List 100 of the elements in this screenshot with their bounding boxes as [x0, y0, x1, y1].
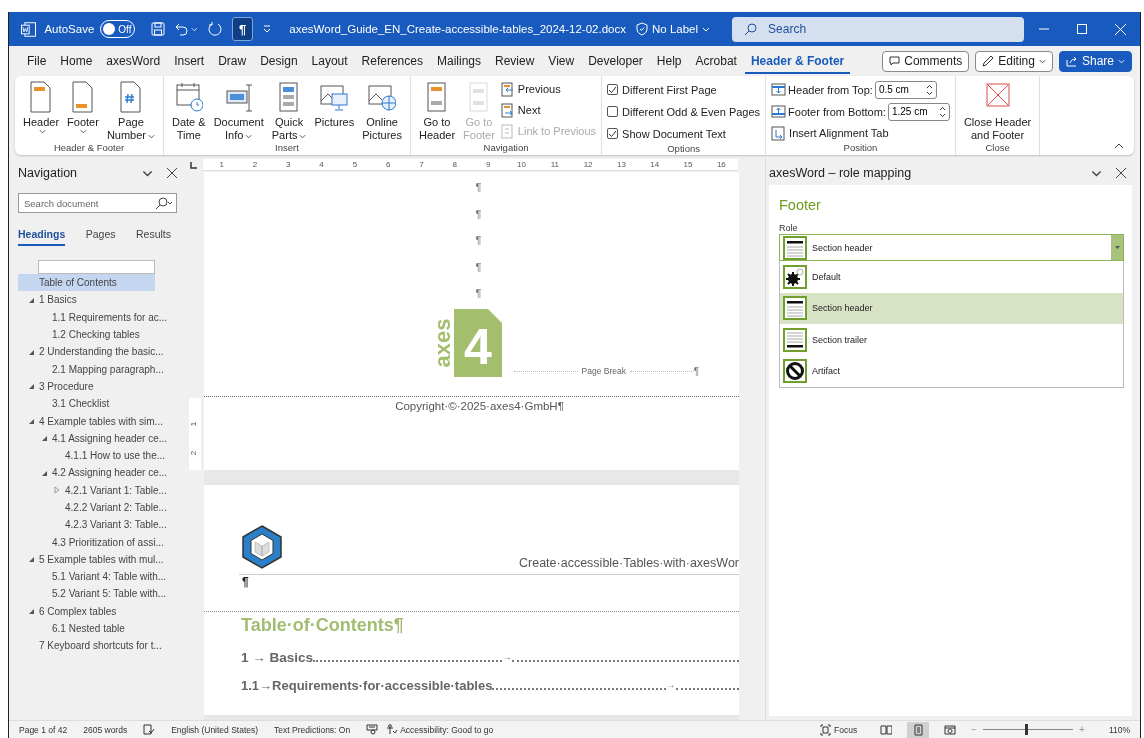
ribbon-tab[interactable]: Header & Footer [744, 48, 851, 74]
role-option[interactable]: Section header [780, 292, 1123, 324]
go-to-header-button[interactable]: Go to Header [415, 79, 459, 142]
heading-item[interactable]: 2.1 Mapping paragraph... [18, 360, 177, 378]
search-icon[interactable] [154, 197, 174, 209]
option-checkbox-row[interactable]: Show Document Text [607, 124, 761, 143]
heading-item[interactable]: Table of Contents [18, 274, 155, 292]
heading-item[interactable]: 4.3 Prioritization of assi... [18, 533, 177, 551]
checkbox[interactable] [607, 106, 619, 117]
online-pictures-button[interactable]: Online Pictures [359, 79, 405, 142]
option-checkbox-row[interactable]: Different First Page [607, 80, 761, 99]
heading-item[interactable]: 5.1 Variant 4: Table with... [18, 568, 177, 586]
proofing-icon[interactable] [143, 724, 156, 735]
spin-field[interactable]: 0.5 cm [874, 80, 937, 99]
undo-icon[interactable] [175, 22, 190, 36]
ribbon-tab[interactable]: View [542, 48, 581, 74]
search-field[interactable]: Search document [18, 193, 177, 213]
customize-caret-icon[interactable] [263, 25, 272, 33]
pane-tab[interactable]: Results [136, 226, 171, 246]
ribbon-tab[interactable]: Home [54, 48, 99, 74]
expanded-triangle-icon[interactable] [27, 555, 35, 564]
heading-item[interactable]: 1.1 Requirements for ac... [18, 308, 177, 326]
accessibility-status[interactable]: Accessibility: Good to go [400, 724, 494, 735]
calendar-button[interactable]: Date & Time [169, 79, 209, 142]
formatting-marks-button[interactable]: ¶ [232, 17, 254, 41]
expanded-triangle-icon[interactable] [27, 382, 35, 391]
heading-item[interactable]: 7 Keyboard shortcuts for t... [18, 637, 177, 655]
zoom-slider-thumb[interactable] [1025, 724, 1029, 735]
redo-icon[interactable] [208, 22, 222, 36]
close-icon[interactable] [167, 168, 177, 178]
heading-item[interactable]: 4.2.3 Variant 3: Table... [18, 516, 177, 534]
ribbon-small-button[interactable]: Previous [499, 80, 597, 98]
ribbon-tab[interactable]: Developer [582, 48, 649, 74]
ribbon-tab[interactable]: Acrobat [689, 48, 743, 74]
ribbon-tab[interactable]: Mailings [430, 48, 487, 74]
heading-item[interactable]: 4.1 Assigning header ce... [18, 429, 177, 447]
sensitivity-button[interactable]: No Label [632, 20, 715, 38]
ribbon-tab[interactable]: Review [489, 48, 541, 74]
zoom-percentage[interactable]: 110% [1108, 724, 1130, 735]
checkbox[interactable] [607, 84, 619, 95]
word-count[interactable]: 2605 words [83, 724, 128, 735]
language[interactable]: English (United States) [171, 724, 259, 735]
editing-button[interactable]: Editing [975, 50, 1053, 72]
maximize-icon[interactable] [1077, 24, 1088, 34]
footer-button[interactable]: Footer [64, 79, 102, 142]
heading-item[interactable]: 3 Procedure [18, 377, 177, 396]
close-button[interactable]: Close Header and Footer [960, 79, 1035, 142]
header-button[interactable]: Header [20, 79, 63, 142]
spin-arrows-icon[interactable] [938, 105, 946, 118]
spin-arrows-icon[interactable] [925, 83, 933, 96]
heading-item[interactable]: 4.1.1 How to use the... [18, 446, 177, 465]
ribbon-small-button[interactable]: Next [499, 101, 597, 119]
ribbon-tab[interactable]: Insert [168, 48, 211, 74]
heading-item[interactable]: 6.1 Nested table [18, 619, 177, 638]
minimize-icon[interactable] [1038, 28, 1049, 30]
caret-icon[interactable] [1114, 246, 1120, 249]
heading-item[interactable]: 3.1 Checklist [18, 395, 177, 413]
heading-item[interactable]: 5 Example tables with mul... [18, 550, 177, 569]
heading-item[interactable]: 6 Complex tables [18, 602, 177, 620]
heading-item[interactable]: 4.2.1 Variant 1: Table... [18, 481, 177, 499]
expanded-triangle-icon[interactable] [27, 417, 35, 425]
heading-item[interactable]: 5.2 Variant 5: Table with... [18, 585, 177, 603]
pane-options-icon[interactable] [142, 169, 153, 177]
ribbon-tab[interactable]: Design [254, 48, 304, 74]
expanded-triangle-icon[interactable] [27, 607, 35, 616]
pictures-button[interactable]: Pictures [311, 79, 358, 142]
document-info-button[interactable]: Document Info [210, 79, 267, 142]
close-icon[interactable] [1116, 168, 1126, 178]
collapse-ribbon-icon[interactable] [1114, 143, 1124, 149]
search-field[interactable]: Search [732, 16, 1025, 42]
expanded-triangle-icon[interactable] [40, 434, 48, 443]
heading-item[interactable]: 1.2 Checking tables [18, 325, 177, 344]
ribbon-small-button[interactable]: Insert Alignment Tab [771, 124, 950, 142]
accessibility-icon[interactable] [386, 724, 399, 735]
heading-item[interactable]: 4.2.2 Variant 2: Table... [18, 498, 177, 517]
share-button[interactable]: Share [1058, 50, 1132, 72]
ribbon-tab[interactable]: File [21, 48, 53, 74]
heading-item[interactable]: 1 Basics [18, 291, 177, 309]
page-count[interactable]: Page 1 of 42 [19, 724, 68, 735]
heading-item[interactable]: 4 Example tables with sim... [18, 412, 177, 430]
view-mode-button[interactable] [907, 721, 930, 738]
ribbon-tab[interactable]: Layout [305, 48, 354, 74]
ribbon-tab[interactable]: axesWord [100, 48, 167, 74]
ribbon-tab[interactable]: Draw [212, 48, 253, 74]
pane-tab[interactable]: Headings [18, 226, 66, 246]
heading-item[interactable]: 2 Understanding the basic... [18, 343, 177, 361]
comments-button[interactable]: Comments [882, 50, 970, 72]
option-checkbox-row[interactable]: Different Odd & Even Pages [607, 102, 761, 121]
text-predictions[interactable]: Text Predictions: On [274, 724, 351, 735]
page-number-button[interactable]: Page Number [103, 79, 158, 142]
pane-tab[interactable]: Pages [85, 226, 116, 246]
focus-button[interactable]: Focus [820, 723, 858, 736]
save-icon[interactable] [151, 22, 166, 36]
role-dropdown[interactable]: Section header [779, 234, 1124, 261]
ribbon-tab[interactable]: References [355, 48, 429, 74]
caret-icon[interactable] [191, 26, 198, 32]
checkbox[interactable] [607, 128, 619, 139]
quick-parts-button[interactable]: Quick Parts [268, 79, 310, 142]
ribbon-tab[interactable]: Help [650, 48, 688, 74]
tab-stop-icon[interactable] [190, 161, 198, 169]
